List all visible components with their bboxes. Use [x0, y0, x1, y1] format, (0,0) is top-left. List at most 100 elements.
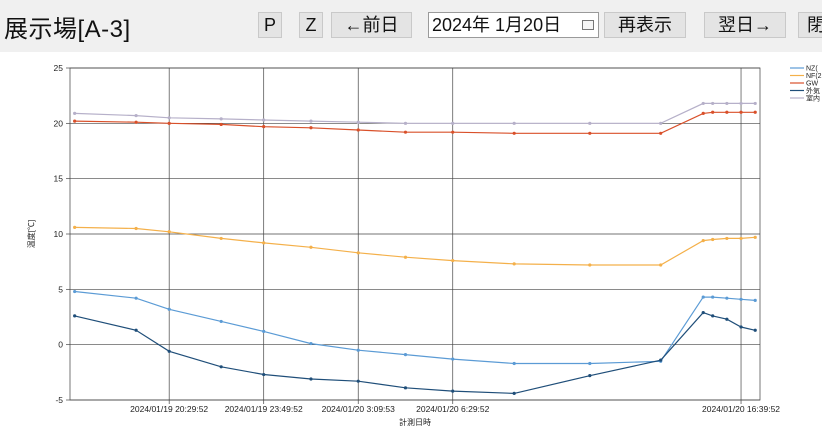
temperature-chart: -50510152025 2024/01/19 20:29:52 2024/01/…	[26, 63, 822, 427]
legend-label: GW	[806, 81, 818, 88]
data-point	[219, 365, 223, 369]
data-point	[451, 121, 455, 125]
p-button[interactable]: P	[258, 12, 282, 38]
data-point	[701, 101, 705, 106]
y-tick-label: 5	[58, 284, 63, 294]
data-point	[659, 263, 663, 267]
data-point	[73, 225, 77, 229]
data-point	[701, 310, 705, 315]
data-point	[701, 295, 705, 299]
legend-label: NZ(	[806, 66, 818, 73]
date-picker[interactable]: 2024年 1月20日	[428, 12, 599, 38]
series-5	[73, 101, 757, 125]
data-point	[739, 236, 743, 241]
data-point	[588, 263, 592, 267]
data-point	[451, 357, 455, 361]
x-tick-label: 2024/01/20 6:29:52	[416, 404, 490, 414]
data-point	[219, 319, 223, 324]
calendar-dropdown-icon[interactable]	[582, 20, 594, 30]
next-day-button[interactable]: 翌日→	[704, 12, 786, 38]
data-point	[451, 130, 455, 134]
x-tick-label: 2024/01/19 20:29:52	[130, 404, 208, 414]
data-point	[739, 297, 743, 301]
data-point	[753, 235, 757, 239]
data-point	[134, 113, 138, 118]
data-point	[725, 236, 729, 241]
data-point	[753, 298, 757, 302]
z-button[interactable]: Z	[299, 12, 323, 38]
x-axis-title: 計測日時	[399, 417, 431, 427]
previous-day-button[interactable]: ←前日	[331, 12, 412, 38]
data-point	[512, 391, 516, 395]
data-point	[134, 296, 138, 300]
x-tick-label: 2024/01/20 16:39:52	[702, 404, 780, 414]
data-point	[701, 239, 705, 243]
y-axis-title: 温度[℃]	[26, 220, 36, 248]
data-point	[167, 349, 171, 353]
data-point	[219, 117, 223, 121]
data-point	[403, 121, 408, 125]
page-title: 展示場[A-3]	[4, 16, 131, 43]
data-point	[403, 130, 408, 134]
data-point	[753, 110, 757, 114]
y-tick-label: 25	[54, 63, 64, 73]
data-point	[356, 379, 360, 383]
data-point	[134, 120, 138, 124]
data-point	[309, 341, 313, 346]
toolbar: 展示場[A-3] P Z ←前日 2024年 1月20日 再表示 翌日→ 閉	[0, 0, 822, 52]
data-point	[134, 226, 138, 231]
data-point	[725, 296, 729, 300]
data-point	[262, 118, 266, 122]
y-tick-label: -5	[55, 395, 63, 405]
legend-label: 外気	[806, 86, 820, 95]
data-point	[219, 236, 223, 241]
data-point	[659, 121, 663, 125]
data-point	[73, 111, 77, 115]
data-point	[725, 317, 729, 321]
date-value: 2024年 1月20日	[432, 15, 562, 35]
data-point	[403, 353, 408, 357]
data-point	[262, 241, 266, 245]
series-2	[73, 225, 757, 267]
data-point	[309, 126, 313, 130]
x-tick-label: 2024/01/19 23:49:52	[225, 404, 303, 414]
data-point	[711, 295, 715, 299]
data-point	[167, 230, 171, 234]
data-point	[725, 101, 729, 106]
y-axis-ticks: -5 0 5 10 15 20 25	[54, 63, 64, 405]
data-point	[739, 101, 743, 106]
series-line	[74, 226, 756, 266]
data-point	[739, 325, 743, 329]
data-point	[588, 131, 592, 135]
data-point	[711, 110, 715, 114]
data-point	[134, 328, 138, 332]
data-point	[739, 110, 743, 114]
data-point	[725, 110, 729, 114]
data-point	[451, 389, 455, 393]
data-point	[512, 121, 516, 125]
chart-legend: NZ(NF(2GW外気室内	[790, 66, 822, 103]
data-point	[167, 307, 171, 311]
data-point	[512, 262, 516, 266]
series-line	[74, 102, 756, 124]
data-point	[403, 255, 408, 259]
data-point	[73, 289, 77, 294]
legend-label: NF(2	[806, 73, 822, 80]
data-point	[659, 358, 663, 362]
data-point	[753, 101, 757, 106]
data-point	[711, 314, 715, 318]
data-point	[512, 361, 516, 366]
y-tick-label: 15	[54, 174, 64, 184]
refresh-button[interactable]: 再表示	[604, 12, 686, 38]
close-button[interactable]: 閉	[798, 12, 822, 38]
data-point	[309, 119, 313, 123]
data-point	[309, 377, 313, 381]
series-4	[73, 310, 757, 395]
data-point	[403, 386, 408, 390]
data-point	[262, 372, 266, 377]
data-point	[659, 131, 663, 135]
y-tick-label: 10	[54, 229, 64, 239]
legend-label: 室内	[806, 94, 820, 103]
y-tick-label: 0	[58, 340, 63, 350]
data-point	[512, 131, 516, 135]
